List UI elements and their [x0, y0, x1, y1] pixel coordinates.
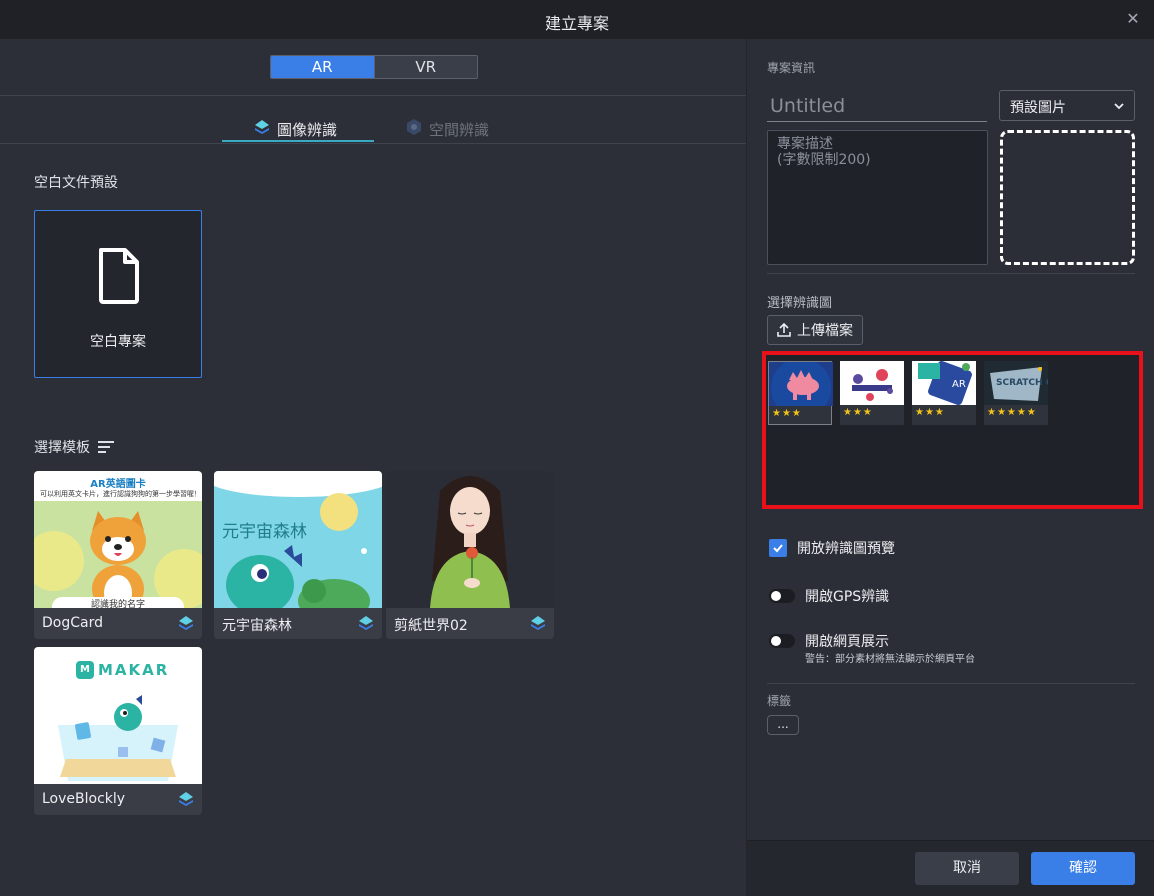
web-option[interactable]: 開啟網頁展示 [769, 631, 889, 651]
left-panel: AR VR 圖像辨識 空間辨識 空白文件預設 空白專案 選擇模板 AR英語圖卡 … [0, 39, 746, 896]
image-recognition-icon [179, 792, 193, 806]
makar-logo: M MAKAR [76, 661, 169, 679]
image-recognition-icon [359, 616, 373, 630]
preview-option[interactable]: 開放辨識圖預覽 [769, 538, 895, 558]
tab-label: 空間辨識 [429, 120, 490, 139]
close-icon[interactable]: ✕ [1126, 9, 1140, 28]
thumb-subtitle: 可以利用英文卡片，進行認識狗狗的第一步學習喔！ [40, 490, 196, 498]
blank-project-card[interactable]: 空白專案 [34, 210, 202, 378]
thumb-title: AR英語圖卡 [90, 479, 146, 490]
active-tab-indicator [222, 140, 374, 142]
upload-label: 上傳檔案 [797, 323, 853, 339]
tab-label: 圖像辨識 [277, 120, 338, 139]
recognition-label: 選擇辨識圖 [767, 296, 833, 311]
project-title-input[interactable]: Untitled [767, 91, 987, 122]
cover-image-dropzone[interactable] [1000, 130, 1135, 265]
dialog-title: 建立專案 [544, 14, 609, 33]
web-warning: 警告：部分素材將無法顯示於網頁平台 [805, 654, 975, 665]
check-icon [773, 544, 783, 553]
template-name: LoveBlockly [42, 791, 126, 807]
template-card-dogcard[interactable]: AR英語圖卡 可以利用英文卡片，進行認識狗狗的第一步學習喔！ 認識我的名字 Do… [34, 471, 202, 639]
chevron-down-icon [1114, 103, 1124, 110]
gps-toggle[interactable] [769, 589, 795, 603]
template-thumbnail: 元宇宙森林 [214, 471, 382, 608]
template-card-loveblockly[interactable]: M MAKAR LoveBlockly [34, 647, 202, 815]
tab-image-recognition[interactable]: 圖像辨識 [253, 115, 337, 143]
project-info-label: 專案資訊 [767, 61, 816, 75]
divider [767, 683, 1135, 684]
template-name-bar: 剪紙世界02 [386, 608, 554, 639]
template-card-papercut-world[interactable]: 剪紙世界02 [386, 471, 554, 639]
image-recognition-icon [179, 616, 193, 630]
cover-select-value: 預設圖片 [1010, 100, 1066, 116]
divider [0, 95, 746, 96]
tags-label: 標籤 [767, 694, 792, 708]
template-thumbnail: AR英語圖卡 可以利用英文卡片，進行認識狗狗的第一步學習喔！ 認識我的名字 [34, 471, 202, 608]
spatial-recognition-icon [405, 118, 423, 140]
template-name-bar: LoveBlockly [34, 784, 202, 815]
confirm-button[interactable]: 確認 [1031, 852, 1135, 885]
dialog-footer: 取消 確認 [747, 840, 1154, 896]
preview-checkbox[interactable] [769, 539, 787, 557]
document-icon [99, 248, 139, 304]
cancel-button[interactable]: 取消 [915, 852, 1019, 885]
thumb-footer: 認識我的名字 [52, 597, 184, 608]
highlight-box [762, 351, 1143, 509]
template-name-bar: 元宇宙森林 [214, 608, 382, 639]
project-description-field[interactable]: 專案描述 (字數限制200) [767, 130, 988, 265]
template-thumbnail [386, 471, 554, 608]
image-recognition-icon [531, 616, 545, 630]
girl-illustration [430, 476, 510, 608]
mode-toggle: AR VR [270, 55, 478, 79]
upload-file-button[interactable]: 上傳檔案 [767, 315, 863, 345]
template-card-metaverse-forest[interactable]: 元宇宙森林 元宇宙森林 [214, 471, 382, 639]
divider [0, 143, 746, 144]
tab-spatial-recognition[interactable]: 空間辨識 [405, 115, 489, 143]
sort-icon[interactable] [98, 441, 114, 453]
dinosaur-illustration [226, 545, 370, 608]
web-label: 開啟網頁展示 [805, 634, 889, 650]
preview-label: 開放辨識圖預覽 [797, 541, 895, 557]
templates-section-label: 選擇模板 [34, 440, 90, 456]
image-recognition-icon [253, 118, 271, 140]
upload-icon [777, 322, 791, 337]
divider [767, 273, 1135, 274]
book-illustration [58, 695, 178, 781]
right-panel: 專案資訊 Untitled 預設圖片 專案描述 (字數限制200) 選擇辨識圖 … [746, 39, 1154, 896]
template-name: 剪紙世界02 [394, 618, 468, 634]
template-name-bar: DogCard [34, 608, 202, 639]
template-name: DogCard [42, 615, 103, 631]
cover-image-select[interactable]: 預設圖片 [999, 90, 1135, 121]
template-thumbnail: M MAKAR [34, 647, 202, 784]
dog-illustration [90, 511, 146, 608]
blank-section-label: 空白文件預設 [34, 175, 118, 191]
template-name: 元宇宙森林 [222, 618, 292, 634]
gps-label: 開啟GPS辨識 [805, 589, 890, 605]
web-toggle[interactable] [769, 634, 795, 648]
ar-mode-button[interactable]: AR [271, 56, 374, 78]
blank-project-label: 空白專案 [90, 334, 146, 350]
thumb-title: 元宇宙森林 [222, 522, 307, 542]
title-bar: 建立專案 ✕ [0, 0, 1154, 39]
vr-mode-button[interactable]: VR [373, 56, 477, 78]
add-tag-button[interactable]: ... [767, 715, 799, 735]
templates-section-header: 選擇模板 [34, 437, 114, 457]
gps-option[interactable]: 開啟GPS辨識 [769, 586, 889, 606]
